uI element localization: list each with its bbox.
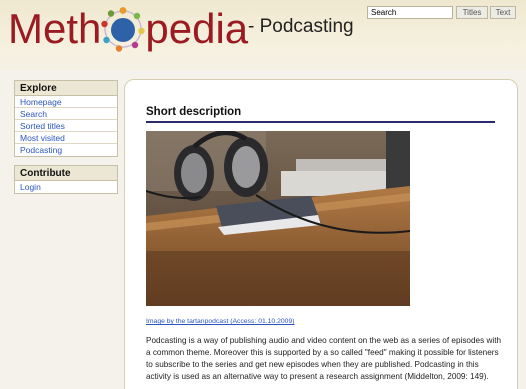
explore-title: Explore [15,81,117,96]
logo-network-icon [101,7,146,52]
search-titles-button[interactable]: Titles [456,6,488,19]
description-text: Podcasting is a way of publishing audio … [146,336,502,381]
sidebar-item-login[interactable]: Login [15,181,117,193]
sidebar-item-search[interactable]: Search [15,108,117,120]
image-caption-link[interactable]: Image by the tartanpodcast (Access: 01.1… [146,318,295,325]
methopedia-logo[interactable]: Meth pedia [8,6,248,52]
main-content: Short description Image by the tartanpod… [124,79,518,389]
sidebar-item-most-visited[interactable]: Most visited [15,132,117,144]
page-subtitle: - Podcasting [248,16,354,37]
sidebar-item-sorted-titles[interactable]: Sorted titles [15,120,117,132]
explore-panel: Explore Homepage Search Sorted titles Mo… [14,80,118,157]
sidebar-item-homepage[interactable]: Homepage [15,96,117,108]
logo-text-left: Meth [8,5,102,52]
sidebar-item-podcasting[interactable]: Podcasting [15,144,117,156]
podcast-headphones-photo [146,131,410,306]
header: Meth pedia - Podcasting Search Titles Te… [0,0,526,70]
contribute-panel: Contribute Login [14,165,118,194]
logo-text-right: pedia [145,5,249,52]
search-input[interactable]: Search [367,6,453,19]
section-title: Short description [146,106,495,123]
contribute-title: Contribute [15,166,117,181]
search-text-button[interactable]: Text [490,6,516,19]
